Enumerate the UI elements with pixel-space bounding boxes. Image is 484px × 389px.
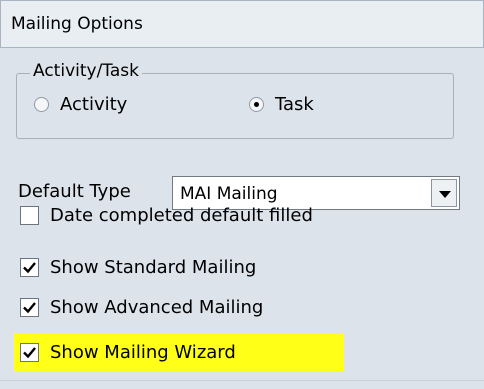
radio-activity[interactable]: Activity	[34, 94, 127, 115]
section-title: Mailing Options	[11, 14, 143, 34]
default-type-value: MAI Mailing	[180, 184, 278, 204]
checkbox-show-advanced[interactable]: Show Advanced Mailing	[20, 297, 263, 318]
checkbox-show-standard[interactable]: Show Standard Mailing	[20, 257, 256, 278]
checkbox-show-standard-label: Show Standard Mailing	[50, 257, 257, 278]
radio-task-circle[interactable]	[249, 97, 264, 112]
checkbox-show-advanced-label: Show Advanced Mailing	[50, 297, 264, 318]
radio-activity-circle[interactable]	[34, 97, 49, 112]
checkbox-show-wizard-label: Show Mailing Wizard	[50, 342, 236, 363]
checkbox-show-standard-box[interactable]	[20, 258, 39, 277]
mailing-options-panel: Mailing Options Activity/Task Activity T…	[0, 0, 484, 389]
radio-activity-label: Activity	[60, 94, 128, 115]
chevron-down-icon[interactable]	[431, 179, 457, 207]
radio-task-label: Task	[275, 94, 314, 115]
activity-task-legend: Activity/Task	[30, 61, 142, 81]
checkbox-show-wizard-box[interactable]	[20, 343, 39, 362]
bottom-divider	[0, 380, 484, 381]
checkbox-show-wizard[interactable]: Show Mailing Wizard	[20, 342, 236, 363]
checkmark-icon	[23, 347, 36, 359]
section-header: Mailing Options	[0, 0, 484, 48]
checkmark-icon	[23, 302, 36, 314]
checkmark-icon	[23, 262, 36, 274]
checkbox-date-completed[interactable]: Date completed default filled	[20, 205, 313, 226]
checkbox-show-advanced-box[interactable]	[20, 298, 39, 317]
checkbox-date-completed-label: Date completed default filled	[50, 205, 313, 226]
default-type-label: Default Type	[18, 181, 131, 202]
radio-task[interactable]: Task	[249, 94, 314, 115]
checkbox-date-completed-box[interactable]	[20, 206, 39, 225]
